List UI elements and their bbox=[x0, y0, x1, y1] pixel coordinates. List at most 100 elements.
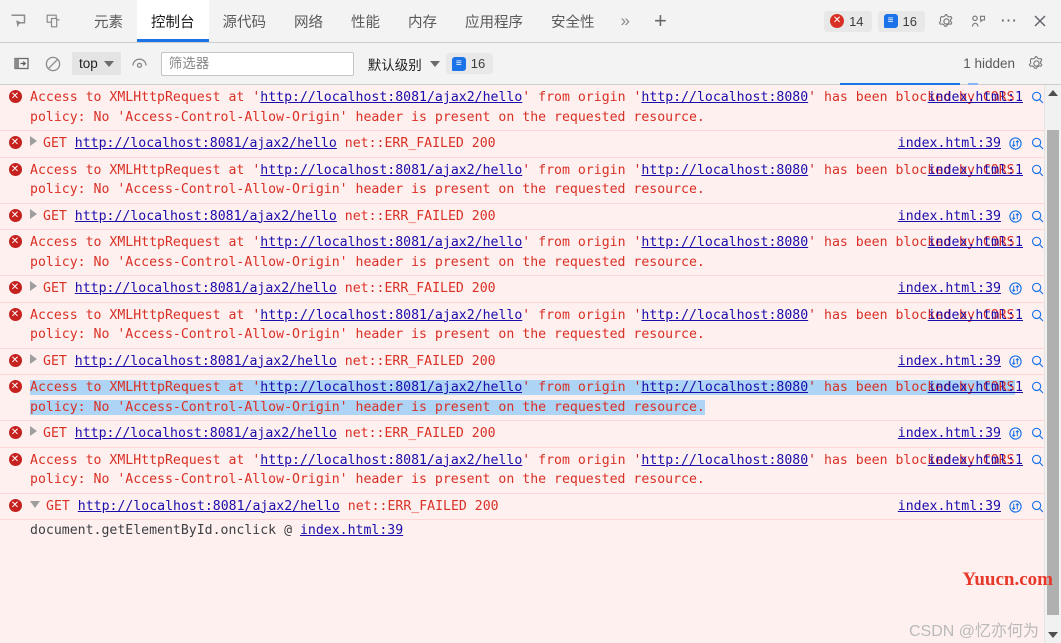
source-link[interactable]: index.html:1 bbox=[928, 378, 1023, 398]
execution-context-selector[interactable]: top bbox=[72, 52, 121, 75]
source-link[interactable]: index.html:39 bbox=[898, 424, 1001, 444]
request-url-link[interactable]: http://localhost:8081/ajax2/hello bbox=[260, 308, 522, 323]
search-in-page-icon[interactable] bbox=[1030, 90, 1045, 105]
request-url-link[interactable]: http://localhost:8081/ajax2/hello bbox=[260, 163, 522, 178]
request-url-link[interactable]: http://localhost:8081/ajax2/hello bbox=[78, 499, 340, 514]
source-link[interactable]: index.html:1 bbox=[928, 88, 1023, 108]
source-link[interactable]: index.html:39 bbox=[898, 207, 1001, 227]
network-request-icon[interactable] bbox=[1008, 209, 1023, 224]
log-level-selector[interactable]: 默认级别 bbox=[364, 50, 444, 78]
network-request-icon[interactable] bbox=[1008, 136, 1023, 151]
console-filter-input[interactable] bbox=[160, 51, 354, 76]
request-url-link[interactable]: http://localhost:8081/ajax2/hello bbox=[75, 209, 337, 224]
console-message-row[interactable]: ✕ Access to XMLHttpRequest at 'http://loc… bbox=[0, 447, 1045, 494]
console-sidebar-toggle-icon[interactable] bbox=[6, 50, 36, 78]
tab-memory[interactable]: 内存 bbox=[394, 0, 451, 42]
more-tabs-icon[interactable]: » bbox=[609, 0, 642, 42]
source-link[interactable]: index.html:1 bbox=[928, 451, 1023, 471]
console-toolbar: top 默认级别 ≡ 16 1 hidden bbox=[0, 43, 1061, 85]
console-message-row[interactable]: ✕ Access to XMLHttpRequest at 'http://loc… bbox=[0, 157, 1045, 204]
live-expression-icon[interactable] bbox=[125, 50, 155, 78]
request-url-link[interactable]: http://localhost:8081/ajax2/hello bbox=[260, 235, 522, 250]
message-count-badge[interactable]: ≡ 16 bbox=[877, 10, 925, 32]
close-icon[interactable] bbox=[1025, 13, 1055, 29]
request-url-link[interactable]: http://localhost:8081/ajax2/hello bbox=[75, 426, 337, 441]
origin-url-link[interactable]: http://localhost:8080 bbox=[641, 453, 808, 468]
origin-url-link[interactable]: http://localhost:8080 bbox=[641, 235, 808, 250]
scrollbar-thumb[interactable] bbox=[1047, 130, 1059, 615]
search-in-page-icon[interactable] bbox=[1030, 308, 1045, 323]
disclosure-triangle-icon[interactable] bbox=[30, 426, 37, 436]
origin-url-link[interactable]: http://localhost:8080 bbox=[641, 90, 808, 105]
origin-url-link[interactable]: http://localhost:8080 bbox=[641, 380, 809, 395]
origin-url-link[interactable]: http://localhost:8080 bbox=[641, 163, 808, 178]
console-message-list[interactable]: ✕ Access to XMLHttpRequest at 'http://loc… bbox=[0, 85, 1061, 643]
source-link[interactable]: index.html:1 bbox=[928, 161, 1023, 181]
request-url-link[interactable]: http://localhost:8081/ajax2/hello bbox=[75, 354, 337, 369]
origin-url-link[interactable]: http://localhost:8080 bbox=[641, 308, 808, 323]
console-message-row[interactable]: ✕ GET http://localhost:8081/ajax2/hello n… bbox=[0, 493, 1045, 520]
search-in-page-icon[interactable] bbox=[1030, 354, 1045, 369]
network-request-icon[interactable] bbox=[1008, 354, 1023, 369]
search-in-page-icon[interactable] bbox=[1030, 380, 1045, 395]
console-message-row[interactable]: ✕ Access to XMLHttpRequest at 'http://loc… bbox=[0, 375, 1045, 421]
console-settings-gear-icon[interactable] bbox=[1021, 50, 1051, 78]
request-url-link[interactable]: http://localhost:8081/ajax2/hello bbox=[75, 281, 337, 296]
scroll-up-arrow-icon[interactable] bbox=[1045, 85, 1061, 101]
search-in-page-icon[interactable] bbox=[1030, 281, 1045, 296]
stack-frame-link[interactable]: index.html:39 bbox=[300, 523, 403, 538]
search-in-page-icon[interactable] bbox=[1030, 426, 1045, 441]
tab-console[interactable]: 控制台 bbox=[137, 0, 209, 42]
network-request-icon[interactable] bbox=[1008, 426, 1023, 441]
search-in-page-icon[interactable] bbox=[1030, 136, 1045, 151]
tab-application[interactable]: 应用程序 bbox=[451, 0, 537, 42]
request-url-link[interactable]: http://localhost:8081/ajax2/hello bbox=[75, 136, 337, 151]
inspect-element-icon[interactable] bbox=[0, 0, 36, 42]
console-message-row[interactable]: ✕ Access to XMLHttpRequest at 'http://loc… bbox=[0, 302, 1045, 349]
overflow-menu-icon[interactable]: ⋯ bbox=[995, 11, 1023, 31]
disclosure-triangle-icon[interactable] bbox=[30, 281, 37, 291]
console-message-row[interactable]: ✕ GET http://localhost:8081/ajax2/hello n… bbox=[0, 276, 1045, 303]
source-link[interactable]: index.html:39 bbox=[898, 352, 1001, 372]
console-message-row[interactable]: ✕ Access to XMLHttpRequest at 'http://loc… bbox=[0, 230, 1045, 276]
source-link[interactable]: index.html:39 bbox=[898, 279, 1001, 299]
tab-security[interactable]: 安全性 bbox=[537, 0, 609, 42]
clear-console-icon[interactable] bbox=[38, 50, 68, 78]
disclosure-triangle-icon[interactable] bbox=[30, 136, 37, 146]
console-message-row[interactable]: ✕ GET http://localhost:8081/ajax2/hello n… bbox=[0, 348, 1045, 375]
tab-network[interactable]: 网络 bbox=[280, 0, 337, 42]
tab-elements[interactable]: 元素 bbox=[80, 0, 137, 42]
search-in-page-icon[interactable] bbox=[1030, 235, 1045, 250]
request-url-link[interactable]: http://localhost:8081/ajax2/hello bbox=[260, 453, 522, 468]
source-link[interactable]: index.html:1 bbox=[928, 306, 1023, 326]
tab-performance[interactable]: 性能 bbox=[337, 0, 394, 42]
request-url-link[interactable]: http://localhost:8081/ajax2/hello bbox=[260, 380, 523, 395]
gear-icon[interactable] bbox=[931, 13, 961, 30]
disclosure-triangle-icon[interactable] bbox=[30, 353, 37, 364]
device-toolbar-icon[interactable] bbox=[36, 0, 72, 42]
error-count-badge[interactable]: ✕ 14 bbox=[824, 10, 872, 32]
search-in-page-icon[interactable] bbox=[1030, 453, 1045, 468]
request-url-link[interactable]: http://localhost:8081/ajax2/hello bbox=[260, 90, 522, 105]
disclosure-triangle-icon[interactable] bbox=[30, 208, 37, 219]
console-message-row[interactable]: ✕ Access to XMLHttpRequest at 'http://loc… bbox=[0, 85, 1045, 131]
scroll-down-arrow-icon[interactable] bbox=[1045, 627, 1061, 643]
source-link[interactable]: index.html:1 bbox=[928, 233, 1023, 253]
network-request-icon[interactable] bbox=[1008, 499, 1023, 514]
tab-sources[interactable]: 源代码 bbox=[209, 0, 281, 42]
console-message-row[interactable]: ✕ GET http://localhost:8081/ajax2/hello n… bbox=[0, 131, 1045, 158]
network-request-icon[interactable] bbox=[1008, 281, 1023, 296]
search-in-page-icon[interactable] bbox=[1030, 209, 1045, 224]
console-message-row[interactable]: ✕ GET http://localhost:8081/ajax2/hello n… bbox=[0, 421, 1045, 448]
console-vertical-scrollbar[interactable] bbox=[1044, 85, 1061, 643]
source-link[interactable]: index.html:39 bbox=[898, 497, 1001, 517]
message-content: Access to XMLHttpRequest at 'http://loca… bbox=[30, 161, 1045, 200]
search-in-page-icon[interactable] bbox=[1030, 163, 1045, 178]
disclosure-triangle-open-icon[interactable] bbox=[30, 500, 40, 508]
dock-side-icon[interactable] bbox=[963, 13, 993, 30]
search-in-page-icon[interactable] bbox=[1030, 499, 1045, 514]
add-tab-icon[interactable]: + bbox=[642, 0, 679, 42]
console-message-row[interactable]: ✕ GET http://localhost:8081/ajax2/hello n… bbox=[0, 203, 1045, 230]
source-link[interactable]: index.html:39 bbox=[898, 134, 1001, 154]
console-message-count-badge[interactable]: ≡ 16 bbox=[445, 53, 494, 74]
